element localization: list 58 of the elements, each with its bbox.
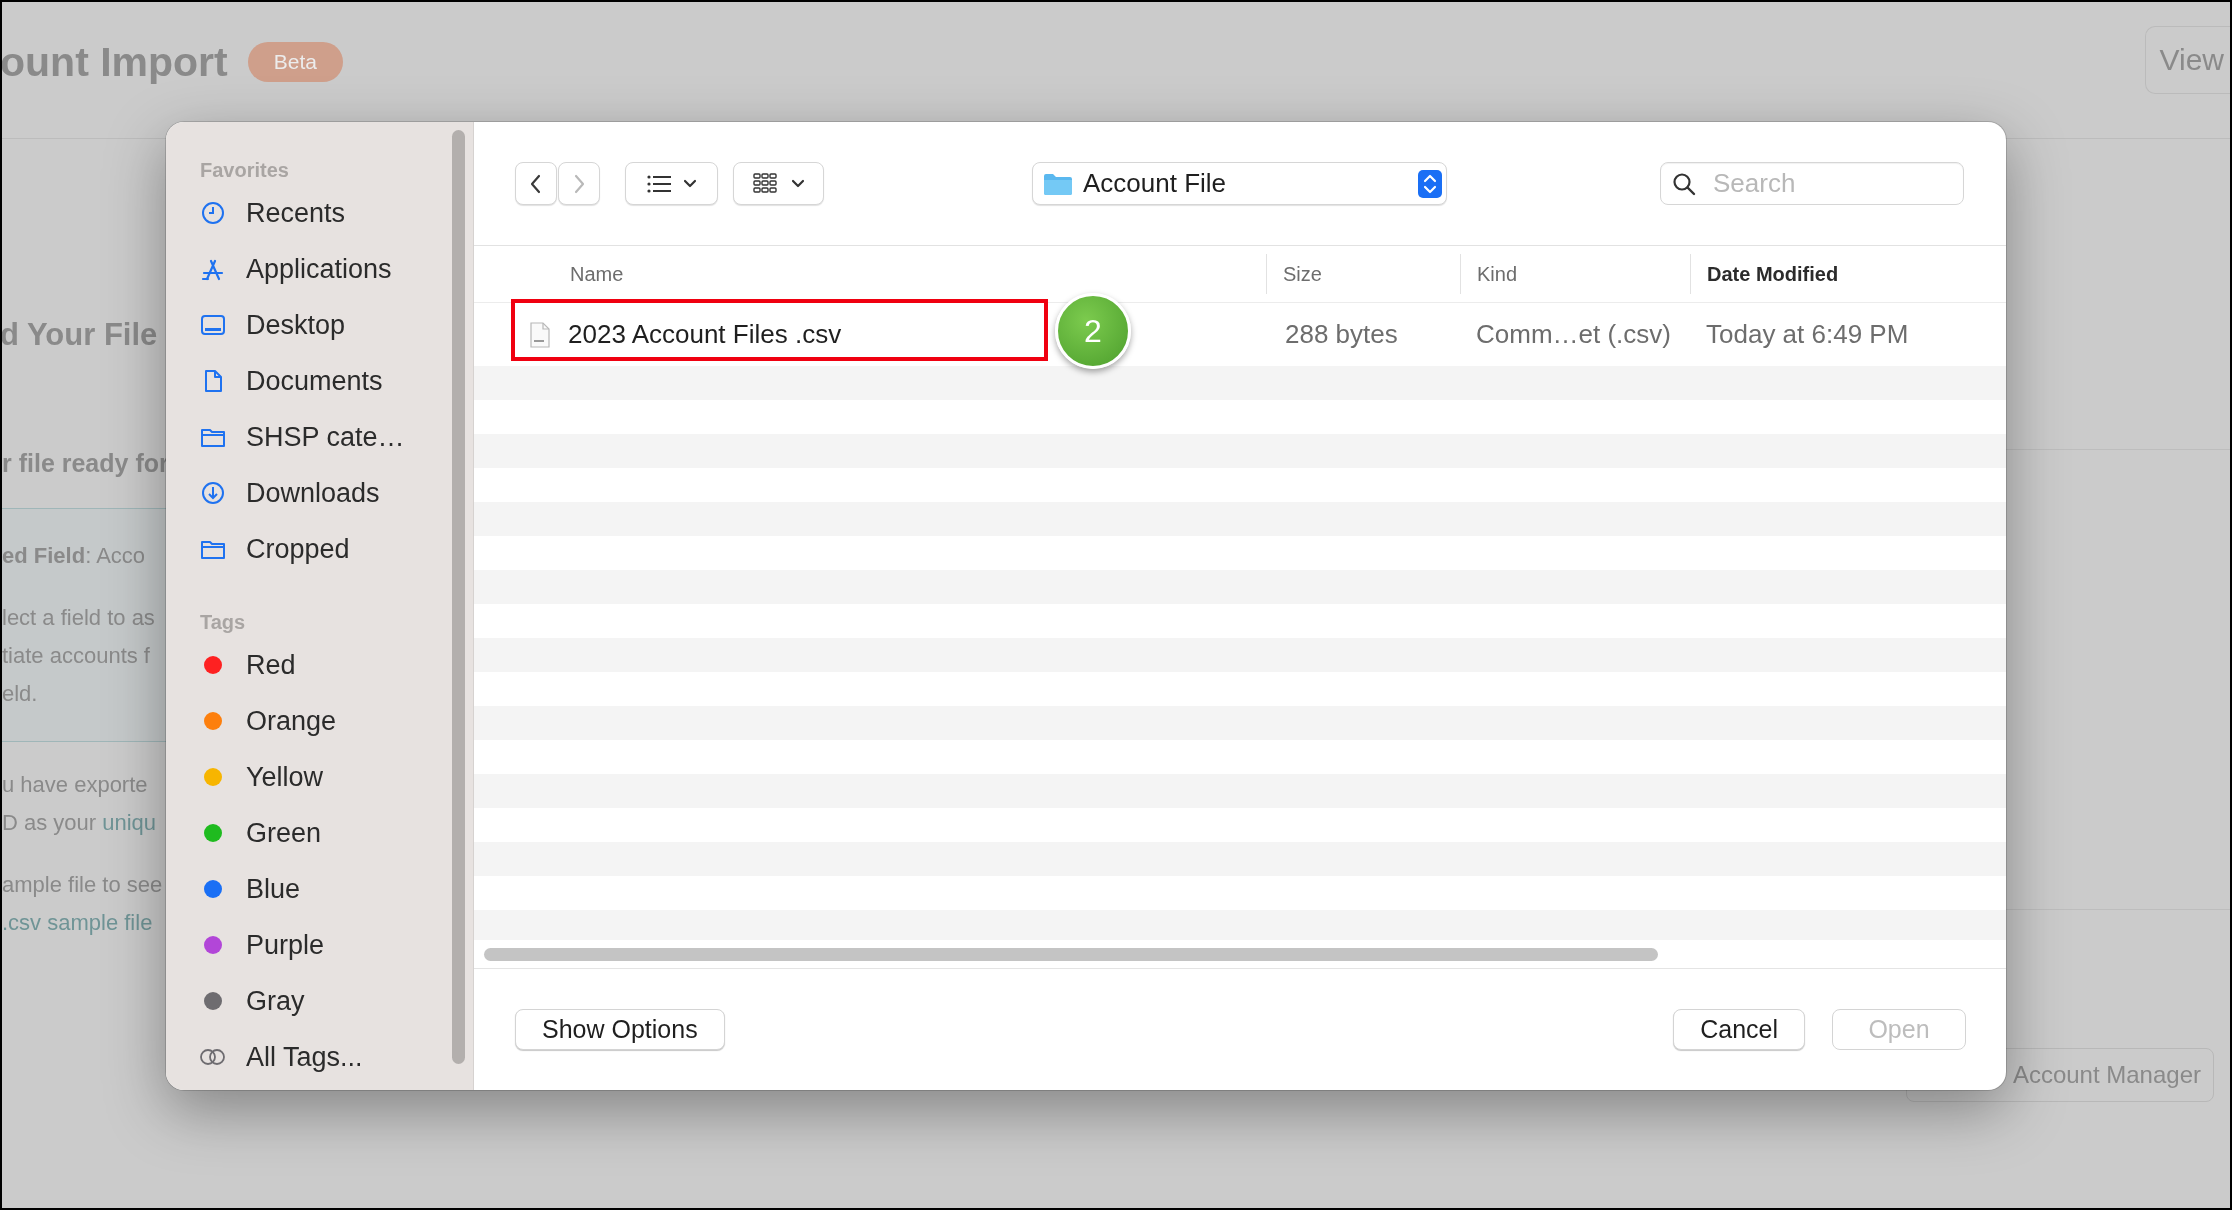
body-text: ample file to see — [2, 871, 164, 899]
folder-icon — [1043, 171, 1073, 196]
sidebar-item[interactable]: SHSP cate… — [200, 409, 450, 465]
list-view-button[interactable] — [625, 162, 718, 205]
file-size: 288 bytes — [1284, 319, 1399, 350]
sidebar-item[interactable]: Cropped — [200, 521, 450, 577]
page-title: ount Import — [2, 38, 228, 86]
scrollbar[interactable] — [484, 947, 1658, 961]
column-header[interactable]: Date Modified — [1690, 254, 2006, 294]
back-button[interactable] — [515, 162, 557, 205]
sidebar-item[interactable]: Downloads — [200, 465, 450, 521]
stepper-icon — [1418, 169, 1442, 198]
tags-icon — [200, 1048, 226, 1066]
column-header[interactable]: Name — [474, 254, 1266, 294]
sidebar-item[interactable]: Orange — [200, 693, 450, 749]
section-heading: d Your File — [2, 317, 159, 353]
show-options-button[interactable]: Show Options — [515, 1009, 725, 1050]
sidebar-section-title: Tags — [200, 610, 247, 635]
chevron-down-icon — [682, 178, 697, 189]
location-popup[interactable]: Account File — [1032, 162, 1447, 205]
info-text: eld. — [2, 680, 39, 708]
column-header[interactable]: Kind — [1460, 254, 1690, 294]
file-icon — [530, 321, 550, 348]
beta-badge: Beta — [247, 42, 343, 82]
cancel-button[interactable]: Cancel — [1673, 1009, 1805, 1050]
search-icon — [1672, 172, 1696, 196]
info-text: tiate accounts f — [2, 642, 151, 670]
column-header[interactable]: Size — [1266, 254, 1460, 294]
sidebar-item[interactable]: Documents — [200, 353, 450, 409]
grid-icon — [752, 172, 779, 195]
sidebar-item[interactable]: Yellow — [200, 749, 450, 805]
file-date: Today at 6:49 PM — [1705, 319, 1910, 350]
sidebar-item[interactable]: Desktop — [200, 297, 450, 353]
info-text: lect a field to as — [2, 604, 156, 632]
body-text: D as your uniqu — [2, 809, 158, 837]
sidebar-item[interactable]: All Tags... — [200, 1029, 450, 1085]
desktop-icon — [200, 312, 226, 338]
scrollbar[interactable] — [452, 130, 465, 1064]
list-icon — [646, 173, 671, 194]
chevron-down-icon — [790, 178, 805, 189]
step-badge: 2 — [1055, 293, 1131, 369]
sidebar-item[interactable]: Applications — [200, 241, 450, 297]
grid-view-button[interactable] — [733, 162, 824, 205]
body-text: u have exporte — [2, 771, 149, 799]
sidebar-item[interactable]: Green — [200, 805, 450, 861]
file-name[interactable]: 2023 Account Files .csv — [568, 319, 842, 350]
section-subheading: r file ready for — [2, 449, 168, 478]
clock-icon — [200, 200, 226, 226]
info-text: ed Field: Acco — [2, 542, 147, 570]
sidebar-item[interactable]: Purple — [200, 917, 450, 973]
sidebar-item[interactable]: Red — [200, 637, 450, 693]
sidebar-section-title: Favorites — [200, 158, 290, 183]
download-icon — [200, 480, 226, 506]
sidebar-item[interactable]: Blue — [200, 861, 450, 917]
search-field[interactable]: Search — [1660, 162, 1964, 205]
sidebar-item[interactable]: Gray — [200, 973, 450, 1029]
sidebar-item[interactable]: Recents — [200, 185, 450, 241]
file-kind: Comm…et (.csv) — [1475, 319, 1672, 350]
